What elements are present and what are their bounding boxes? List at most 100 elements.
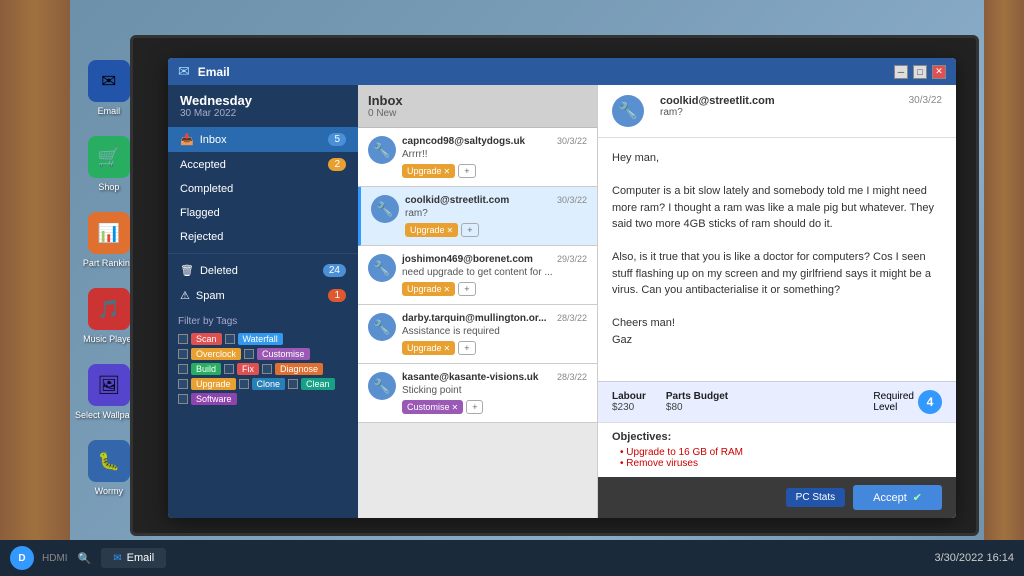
email-tags-5: Customise ✕ +: [402, 400, 587, 414]
action-bar: PC Stats Accept ✔: [598, 477, 956, 518]
email-subject-4: Assistance is required: [402, 326, 587, 337]
tag-upgrade-checkbox[interactable]: [178, 379, 188, 389]
add-tag-5[interactable]: +: [466, 400, 483, 414]
nav-flagged[interactable]: Flagged: [168, 201, 358, 225]
tag-overclock[interactable]: Overclock: [178, 348, 241, 360]
level-label: Level: [873, 402, 897, 413]
email-icon: ✉: [88, 60, 130, 102]
tag-customise-label: Customise: [257, 348, 310, 360]
desktop: ✉ Email 🛒 Shop 📊 Part Ranking 🎵 Music Pl…: [0, 0, 1024, 576]
email-content-3: joshimon469@borenet.com 29/3/22 need upg…: [402, 254, 587, 296]
email-item-4[interactable]: 🔧 darby.tarquin@mullington.or... 28/3/22…: [358, 305, 597, 364]
maximize-button[interactable]: □: [913, 65, 927, 79]
email-subject-3: need upgrade to get content for ...: [402, 267, 587, 278]
nav-inbox[interactable]: 📥 Inbox 5: [168, 127, 358, 152]
email-tag-customise-5: Customise ✕: [402, 400, 463, 414]
tag-scan[interactable]: Scan: [178, 333, 222, 345]
email-tags-2: Upgrade ✕ +: [405, 223, 587, 237]
tag-scan-checkbox[interactable]: [178, 334, 188, 344]
close-button[interactable]: ✕: [932, 65, 946, 79]
tag-diagnose-checkbox[interactable]: [262, 364, 272, 374]
body-line-5: Gaz: [612, 332, 942, 349]
sidebar-item-wormy[interactable]: 🐛 Wormy: [88, 440, 130, 496]
detail-from: coolkid@streetlit.com: [660, 95, 775, 107]
email-detail: 🔧 coolkid@streetlit.com ram? 30/3/22 Hey…: [598, 85, 956, 518]
email-date-4: 28/3/22: [557, 313, 587, 323]
nav-deleted[interactable]: 🗑 Deleted 24: [168, 258, 358, 283]
email-item-1[interactable]: 🔧 capncod98@saltydogs.uk 30/3/22 Arrrr!!…: [358, 128, 597, 187]
email-sender-5: kasante@kasante-visions.uk: [402, 372, 538, 383]
flagged-label: Flagged: [180, 207, 220, 219]
window-controls: ─ □ ✕: [894, 65, 946, 79]
nav-spam[interactable]: ⚠ Spam 1: [168, 283, 358, 308]
sidebar-item-part-ranking[interactable]: 📊 Part Ranking: [83, 212, 135, 268]
detail-date: 30/3/22: [909, 95, 942, 106]
tag-clone-checkbox[interactable]: [239, 379, 249, 389]
tag-software-checkbox[interactable]: [178, 394, 188, 404]
tag-customise-checkbox[interactable]: [244, 349, 254, 359]
accept-button[interactable]: Accept ✔: [853, 485, 942, 510]
sidebar-item-shop[interactable]: 🛒 Shop: [88, 136, 130, 192]
add-tag-1[interactable]: +: [458, 164, 475, 178]
date-header: Wednesday 30 Mar 2022: [168, 85, 358, 127]
email-tag-upgrade-3: Upgrade ✕: [402, 282, 455, 296]
tag-build-label: Build: [191, 363, 221, 375]
taskbar-clock: 3/30/2022 16:14: [934, 552, 1014, 564]
tag-waterfall-checkbox[interactable]: [225, 334, 235, 344]
email-item-3[interactable]: 🔧 joshimon469@borenet.com 29/3/22 need u…: [358, 246, 597, 305]
tag-overclock-checkbox[interactable]: [178, 349, 188, 359]
nav-completed[interactable]: Completed: [168, 177, 358, 201]
tag-waterfall[interactable]: Waterfall: [225, 333, 283, 345]
email-date-5: 28/3/22: [557, 372, 587, 382]
email-window: ✉ Email ─ □ ✕ Wednesday 30 Mar 2022: [168, 58, 956, 518]
body-line-3: Also, is it true that you is like a doct…: [612, 249, 942, 299]
objective-2: • Remove viruses: [620, 458, 942, 469]
tag-clone[interactable]: Clone: [239, 378, 286, 390]
tag-upgrade[interactable]: Upgrade: [178, 378, 236, 390]
accept-checkmark: ✔: [913, 491, 922, 504]
email-item-2[interactable]: 🔧 coolkid@streetlit.com 30/3/22 ram? Upg…: [358, 187, 597, 246]
music-player-icon: 🎵: [88, 288, 130, 330]
tag-fix-checkbox[interactable]: [224, 364, 234, 374]
email-item-5[interactable]: 🔧 kasante@kasante-visions.uk 28/3/22 Sti…: [358, 364, 597, 423]
tags-grid: Scan Waterfall Overclock: [178, 333, 348, 405]
tag-software[interactable]: Software: [178, 393, 237, 405]
email-tag-upgrade-4: Upgrade ✕: [402, 341, 455, 355]
nav-section-system: 🗑 Deleted 24 ⚠ Spam 1: [168, 253, 358, 308]
tag-build-checkbox[interactable]: [178, 364, 188, 374]
tag-customise[interactable]: Customise: [244, 348, 310, 360]
labour-info: Labour $230: [612, 391, 646, 413]
add-tag-2[interactable]: +: [461, 223, 478, 237]
tag-diagnose[interactable]: Diagnose: [262, 363, 323, 375]
required-label: Required: [873, 391, 914, 402]
taskbar-email-button[interactable]: ✉ Email: [101, 548, 166, 568]
add-tag-3[interactable]: +: [458, 282, 475, 296]
sidebar-item-music-player[interactable]: 🎵 Music Player: [83, 288, 135, 344]
minimize-button[interactable]: ─: [894, 65, 908, 79]
add-tag-4[interactable]: +: [458, 341, 475, 355]
email-app-icon: ✉: [178, 63, 190, 80]
tag-fix-label: Fix: [237, 363, 259, 375]
email-list-header: Inbox 0 New: [358, 85, 597, 128]
info-panel: Labour $230 Parts Budget $80 Required Le…: [598, 381, 956, 422]
tag-fix[interactable]: Fix: [224, 363, 259, 375]
taskbar-email-icon: ✉: [113, 553, 121, 564]
nav-accepted[interactable]: Accepted 2: [168, 152, 358, 177]
search-icon[interactable]: 🔍: [78, 552, 92, 565]
email-list-title: Inbox: [368, 93, 587, 108]
nav-rejected[interactable]: Rejected: [168, 225, 358, 249]
required-text: Required Level: [873, 391, 914, 413]
tag-clean[interactable]: Clean: [288, 378, 335, 390]
sidebar-item-email[interactable]: ✉ Email: [88, 60, 130, 116]
tag-build[interactable]: Build: [178, 363, 221, 375]
parts-info: Parts Budget $80: [666, 391, 728, 413]
sidebar-item-email-label: Email: [98, 106, 121, 116]
tag-scan-label: Scan: [191, 333, 222, 345]
email-subject-1: Arrrr!!: [402, 149, 587, 160]
left-panel: Wednesday 30 Mar 2022 📥 Inbox 5 Accepted…: [168, 85, 358, 518]
sidebar-item-music-label: Music Player: [83, 334, 135, 344]
tag-clean-checkbox[interactable]: [288, 379, 298, 389]
email-content-4: darby.tarquin@mullington.or... 28/3/22 A…: [402, 313, 587, 355]
pc-stats-button[interactable]: PC Stats: [786, 488, 845, 507]
email-avatar-1: 🔧: [368, 136, 396, 164]
